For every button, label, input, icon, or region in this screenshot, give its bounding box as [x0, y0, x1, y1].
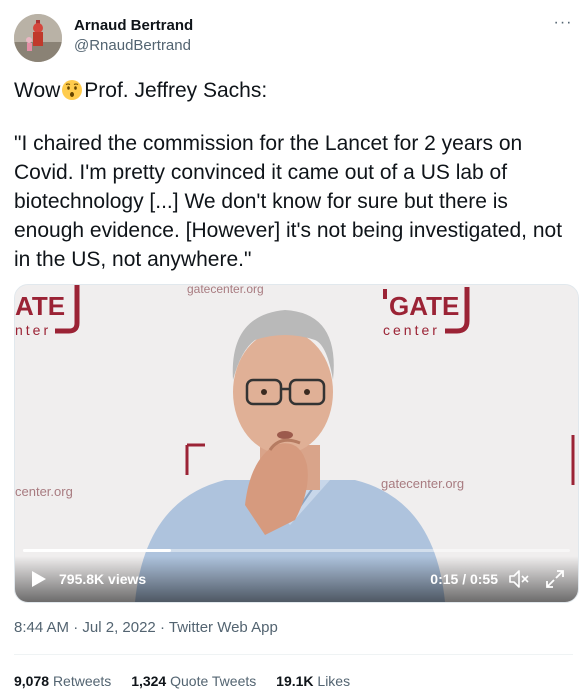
play-icon[interactable] [31, 570, 47, 588]
author-name[interactable]: Arnaud Bertrand [74, 16, 193, 36]
retweets-stat[interactable]: 9,078 Retweets [14, 672, 111, 690]
retweets-count: 9,078 [14, 673, 50, 689]
author-block: Arnaud Bertrand @RnaudBertrand [74, 16, 193, 56]
tweet-meta: 8:44 AM · Jul 2, 2022 · Twitter Web App [14, 618, 278, 638]
more-options-icon[interactable]: ··· [552, 15, 574, 38]
quotes-count: 1,324 [131, 673, 167, 689]
tweet-date[interactable]: Jul 2, 2022 [82, 619, 155, 636]
video-views: 795.8K views [59, 571, 147, 587]
tweet-header: Arnaud Bertrand @RnaudBertrand ··· [14, 14, 574, 62]
fullscreen-icon[interactable] [544, 568, 566, 590]
video-frame: ATE nter gatecenter.org GATE center cent… [15, 285, 578, 602]
tweet-time[interactable]: 8:44 AM [14, 619, 69, 636]
tweet-line-1-post: Prof. Jeffrey Sachs: [84, 79, 268, 102]
likes-count: 19.1K [276, 673, 314, 689]
retweets-label: Retweets [52, 673, 112, 689]
video-progress-fill [23, 549, 171, 552]
backdrop-logo-right: GATE [389, 291, 459, 321]
divider [14, 654, 573, 655]
backdrop-url-left: center.org [15, 484, 73, 499]
mute-icon[interactable] [508, 569, 530, 589]
backdrop-logo-right-sub: center [383, 322, 440, 338]
quote-tweets-stat[interactable]: 1,324 Quote Tweets [131, 672, 256, 690]
tweet-line-1: Wow Prof. Jeffrey Sachs: [14, 76, 579, 105]
video-player[interactable]: ATE nter gatecenter.org GATE center cent… [14, 284, 579, 603]
author-handle[interactable]: @RnaudBertrand [74, 36, 193, 56]
quotes-label: Quote Tweets [170, 673, 257, 689]
video-progress-track[interactable] [23, 549, 570, 552]
meta-separator: · [73, 619, 79, 636]
hushed-face-emoji [62, 80, 83, 100]
backdrop-logo-left-sub: nter [15, 322, 51, 338]
backdrop-top-url: gatecenter.org [187, 285, 264, 296]
likes-label: Likes [317, 673, 351, 689]
avatar[interactable] [14, 14, 62, 62]
tweet-stats: 9,078 Retweets 1,324 Quote Tweets 19.1K … [14, 672, 366, 690]
backdrop-logo-left: ATE [15, 291, 65, 321]
backdrop-url-right: gatecenter.org [381, 476, 464, 491]
tweet-text: Wow Prof. Jeffrey Sachs: "I chaired the … [14, 76, 579, 274]
tweet-line-1-pre: Wow [14, 79, 61, 102]
tweet-quote: "I chaired the commission for the Lancet… [14, 132, 563, 271]
tweet-source[interactable]: Twitter Web App [169, 619, 278, 636]
likes-stat[interactable]: 19.1K Likes [276, 672, 350, 690]
meta-separator: · [159, 619, 165, 636]
video-time: 0:15 / 0:55 [430, 571, 498, 587]
